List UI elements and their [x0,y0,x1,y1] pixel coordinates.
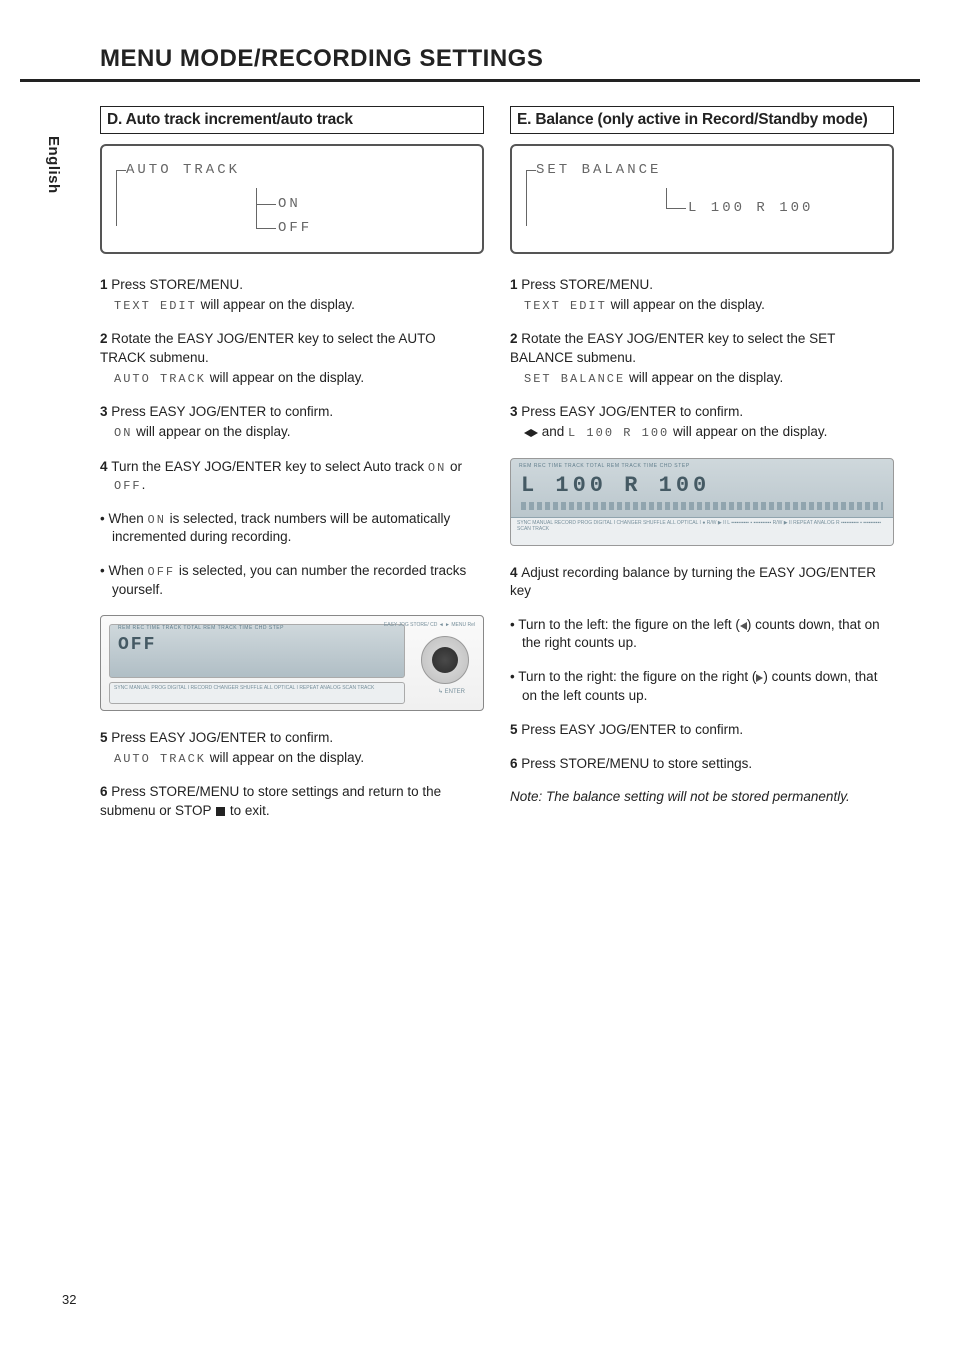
page-number: 32 [62,1292,76,1307]
display-top-label: AUTO TRACK [126,162,240,178]
display-balance-value: L 100 R 100 [688,200,813,216]
step-d6: 6 Press STORE/MENU to store settings and… [100,783,484,819]
page-title: MENU MODE/RECORDING SETTINGS [100,45,894,73]
step-d2: 2 Rotate the EASY JOG/ENTER key to selec… [100,330,484,387]
column-left: D. Auto track increment/auto track AUTO … [100,106,484,836]
language-label: English [45,136,62,158]
section-e-header: E. Balance (only active in Record/Standb… [510,106,894,134]
easy-jog-icon [421,636,469,684]
bullet-d-on: When ON is selected, track numbers will … [100,510,484,546]
device-illustration-off: REM REC TIME TRACK TOTAL REM TRACK TIME … [100,615,484,711]
display-option-on: ON [278,196,301,212]
display-option-off: OFF [278,220,312,236]
language-tab: English [48,128,70,228]
bullet-e-left: Turn to the left: the figure on the left… [510,616,894,652]
step-e6: 6 Press STORE/MENU to store settings. [510,755,894,773]
step-e1: 1 Press STORE/MENU. TEXT EDIT will appea… [510,276,894,314]
section-d-header: D. Auto track increment/auto track [100,106,484,134]
step-d3: 3 Press EASY JOG/ENTER to confirm. ON wi… [100,403,484,441]
title-rule [20,79,920,82]
balance-note: Note: The balance setting will not be st… [510,789,894,804]
stop-icon [216,807,225,816]
step-d4: 4 Turn the EASY JOG/ENTER key to select … [100,458,484,494]
step-d5: 5 Press EASY JOG/ENTER to confirm. AUTO … [100,729,484,767]
triangle-right-icon [531,429,538,437]
triangle-left-icon [740,622,747,630]
bullet-d-off: When OFF is selected, you can number the… [100,562,484,598]
step-e2: 2 Rotate the EASY JOG/ENTER key to selec… [510,330,894,387]
step-e4: 4 Adjust recording balance by turning th… [510,564,894,600]
display-auto-track: AUTO TRACK ON OFF [100,144,484,254]
bullet-e-right: Turn to the right: the figure on the rig… [510,668,894,704]
step-e3: 3 Press EASY JOG/ENTER to confirm. and L… [510,403,894,441]
display-set-balance: SET BALANCE L 100 R 100 [510,144,894,254]
step-d1: 1 Press STORE/MENU. TEXT EDIT will appea… [100,276,484,314]
lcd-balance-illustration: REM REC TIME TRACK TOTAL REM TRACK TIME … [510,458,894,546]
display-balance-label: SET BALANCE [536,162,661,178]
step-e5: 5 Press EASY JOG/ENTER to confirm. [510,721,894,739]
triangle-left-icon [524,429,531,437]
column-right: E. Balance (only active in Record/Standb… [510,106,894,836]
